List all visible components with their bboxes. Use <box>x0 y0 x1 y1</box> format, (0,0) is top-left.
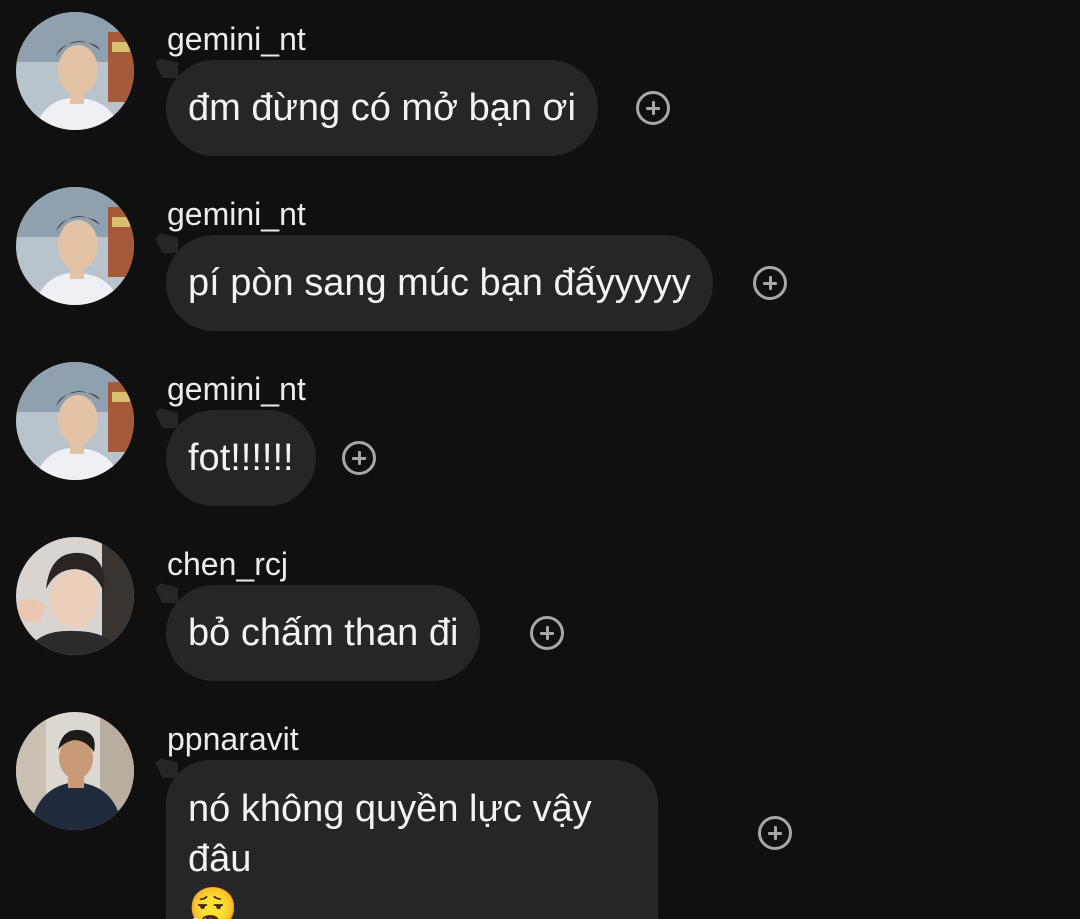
bubble-tail <box>152 756 178 778</box>
message-row: ppnaravit nó không quyền lực vậy đâu 😮‍💨 <box>0 700 1080 919</box>
avatar[interactable] <box>16 362 134 480</box>
avatar[interactable] <box>16 187 134 305</box>
portrait-gemini-avatar <box>16 187 134 305</box>
message-bubble[interactable]: pí pòn sang múc bạn đấyyyyy <box>166 235 713 331</box>
add-reaction-icon[interactable] <box>758 816 792 850</box>
avatar[interactable] <box>16 537 134 655</box>
add-reaction-icon[interactable] <box>530 616 564 650</box>
bubble-tail <box>152 406 178 428</box>
add-reaction-icon[interactable] <box>342 441 376 475</box>
portrait-gemini-avatar <box>16 362 134 480</box>
portrait-ppnaravit-avatar <box>16 712 134 830</box>
portrait-gemini-avatar <box>16 12 134 130</box>
message-row: gemini_nt đm đừng có mở bạn ơi <box>0 0 1080 170</box>
message-row: gemini_nt fot!!!!!! <box>0 350 1080 520</box>
username[interactable]: gemini_nt <box>167 194 306 234</box>
add-reaction-icon[interactable] <box>636 91 670 125</box>
bubble-tail <box>152 581 178 603</box>
avatar[interactable] <box>16 12 134 130</box>
bubble-tail <box>152 56 178 78</box>
message-row: gemini_nt pí pòn sang múc bạn đấyyyyy <box>0 175 1080 345</box>
username[interactable]: gemini_nt <box>167 19 306 59</box>
message-row: chen_rcj bỏ chấm than đi <box>0 525 1080 695</box>
message-text: nó không quyền lực vậy đâu <box>188 788 592 880</box>
message-bubble[interactable]: nó không quyền lực vậy đâu 😮‍💨 <box>166 760 658 919</box>
username[interactable]: ppnaravit <box>167 719 299 759</box>
chat-thread: gemini_nt đm đừng có mở bạn ơi gemini_nt… <box>0 0 1080 919</box>
message-bubble[interactable]: đm đừng có mở bạn ơi <box>166 60 598 156</box>
username[interactable]: gemini_nt <box>167 369 306 409</box>
exhaling-face-emoji: 😮‍💨 <box>188 886 238 919</box>
message-bubble[interactable]: fot!!!!!! <box>166 410 316 506</box>
username[interactable]: chen_rcj <box>167 544 288 584</box>
bubble-tail <box>152 231 178 253</box>
message-bubble[interactable]: bỏ chấm than đi <box>166 585 481 681</box>
add-reaction-icon[interactable] <box>753 266 787 300</box>
avatar[interactable] <box>16 712 134 830</box>
portrait-chen-avatar <box>16 537 134 655</box>
